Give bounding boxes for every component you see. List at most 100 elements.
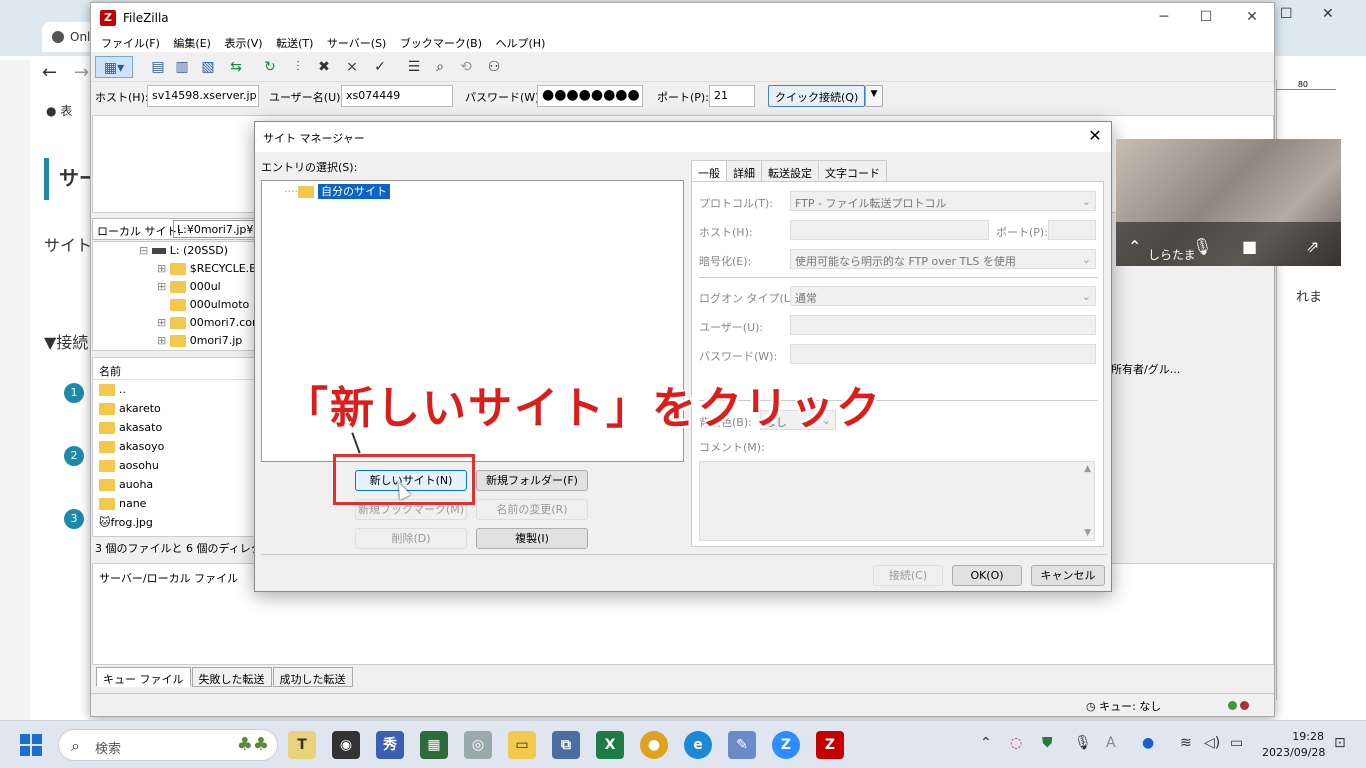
excel-icon[interactable]: X	[596, 731, 624, 759]
tab-failed-transfers[interactable]: 失敗した転送	[191, 667, 272, 687]
list-item[interactable]: akareto	[93, 399, 256, 418]
zoom-icon[interactable]: Z	[772, 731, 800, 759]
ime-icon[interactable]: A	[1106, 735, 1116, 751]
tab-charset[interactable]: 文字コード	[818, 160, 887, 182]
list-item[interactable]: aosohu	[93, 456, 256, 475]
user-input[interactable]	[790, 315, 1096, 335]
media-app-icon[interactable]: ▦	[420, 731, 448, 759]
menu-transfer[interactable]: 転送(T)	[272, 32, 317, 54]
list-item[interactable]: akasoyo	[93, 437, 256, 456]
tree-item[interactable]: ⊞ 00mori7.com	[157, 316, 256, 329]
tab-advanced[interactable]: 詳細	[726, 160, 762, 182]
list-item[interactable]: 🐱frog.jpg	[93, 513, 256, 532]
quickconnect-dropdown[interactable]: ▼	[865, 85, 883, 107]
tree-item[interactable]: ⊞ 000ul	[157, 280, 221, 293]
filter-icon[interactable]: ⫶	[287, 56, 309, 78]
network-status-icon[interactable]: ◌	[1010, 735, 1022, 751]
edge-icon[interactable]: e	[684, 731, 712, 759]
local-tree-icon[interactable]: ▥	[171, 56, 193, 78]
rename-button[interactable]: 名前の変更(R)	[476, 499, 588, 520]
cloud-icon[interactable]: ●	[1142, 735, 1154, 751]
host-input[interactable]: sv14598.xserver.jp	[147, 85, 259, 107]
encryption-select[interactable]: 使用可能なら明示的な FTP over TLS を使用 ⌄	[790, 249, 1096, 269]
comment-textarea[interactable]: ▲ ▼	[699, 461, 1095, 541]
scroll-up-icon[interactable]: ▲	[1084, 464, 1091, 474]
battery-icon[interactable]: ▭	[1230, 735, 1243, 751]
scroll-down-icon[interactable]: ▼	[1084, 528, 1091, 538]
camera-icon[interactable]: ■	[1242, 237, 1257, 256]
password-input[interactable]	[790, 344, 1096, 364]
duplicate-button[interactable]: 複製(I)	[476, 528, 588, 549]
editor-icon[interactable]: ✎	[728, 731, 756, 759]
port-input[interactable]	[1048, 220, 1096, 240]
tab-successful-transfers[interactable]: 成功した転送	[272, 667, 353, 687]
tab-general[interactable]: 一般	[691, 160, 727, 182]
list-item[interactable]: ..	[93, 380, 256, 399]
password-input[interactable]: ●●●●●●●●	[537, 85, 643, 107]
menu-view[interactable]: 表示(V)	[220, 32, 266, 54]
minimize-button[interactable]: ─	[1153, 9, 1175, 25]
tree-item[interactable]: ⊞ 000ulmoto	[157, 298, 249, 311]
binoculars-icon[interactable]: ⚇	[483, 56, 505, 78]
menu-file[interactable]: ファイル(F)	[97, 32, 164, 54]
tab-transfer-settings[interactable]: 転送設定	[761, 160, 819, 182]
section-heading[interactable]: ▼接続	[44, 329, 88, 353]
volume-icon[interactable]: ◁)	[1204, 735, 1220, 751]
menu-bookmark[interactable]: ブックマーク(B)	[396, 32, 486, 54]
wifi-icon[interactable]: ≋	[1180, 735, 1192, 751]
directory-list-icon[interactable]: ☰	[403, 56, 425, 78]
minimize-icon[interactable]: ☐	[1280, 6, 1293, 22]
site-manager-icon[interactable]: ▦▾	[95, 56, 133, 78]
list-item[interactable]: akasato	[93, 418, 256, 437]
user-input[interactable]: xs074449	[341, 85, 453, 107]
notification-icon[interactable]: ⊡	[1334, 735, 1346, 751]
popout-icon[interactable]: ⇗	[1306, 237, 1319, 256]
column-header-owner[interactable]: 所有者/グル...	[1111, 361, 1180, 377]
tree-item[interactable]: ⊟ L: (20SSD)	[139, 244, 228, 257]
local-site-input[interactable]: L:¥0mori7.jp¥	[173, 220, 257, 238]
disconnect-icon[interactable]: ⨯	[341, 56, 363, 78]
remote-desktop-icon[interactable]: ⧉	[552, 731, 580, 759]
chevron-up-icon[interactable]: ⌃	[980, 735, 992, 751]
forward-icon[interactable]: →	[74, 62, 89, 83]
clock[interactable]: 19:28 2023/09/28	[1262, 729, 1325, 761]
file-explorer-icon[interactable]: ▭	[508, 731, 536, 759]
protocol-select[interactable]: FTP - ファイル転送プロトコル ⌄	[790, 191, 1096, 211]
close-icon[interactable]: ✕	[1085, 126, 1105, 145]
webcam-icon[interactable]: ◎	[464, 731, 492, 759]
message-log-icon[interactable]: ▤	[147, 56, 169, 78]
logon-type-select[interactable]: 通常 ⌄	[790, 286, 1096, 306]
transfer-queue-icon[interactable]: ⇆	[225, 56, 247, 78]
taskbar-search[interactable]: ⌕ 検索 ♣♣	[58, 729, 278, 761]
back-icon[interactable]: ←	[42, 62, 57, 83]
chrome-icon[interactable]: ●	[640, 731, 668, 759]
delete-button[interactable]: 削除(D)	[355, 528, 467, 549]
microphone-icon[interactable]: 🎙	[1074, 735, 1092, 751]
close-icon[interactable]: ✕	[1322, 6, 1334, 22]
app-icon[interactable]: 秀	[376, 731, 404, 759]
tree-item[interactable]: ⊞ 0mori7.jp	[157, 334, 242, 347]
menu-help[interactable]: ヘルプ(H)	[492, 32, 550, 54]
connect-button[interactable]: 接続(C)	[873, 565, 943, 586]
list-item[interactable]: nane	[93, 494, 256, 513]
new-folder-button[interactable]: 新規フォルダー(F)	[476, 470, 588, 491]
camera-app-icon[interactable]: ◉	[332, 731, 360, 759]
close-button[interactable]: ✕	[1241, 9, 1263, 25]
windows-start-icon[interactable]	[20, 734, 42, 756]
quickconnect-button[interactable]: クイック接続(Q)	[768, 85, 866, 107]
list-item[interactable]: auoha	[93, 475, 256, 494]
menu-server[interactable]: サーバー(S)	[323, 32, 390, 54]
text-editor-icon[interactable]: T	[288, 731, 316, 759]
reconnect-icon[interactable]: ✓	[369, 56, 391, 78]
port-input[interactable]: 21	[709, 85, 755, 107]
cancel-icon[interactable]: ✖	[313, 56, 335, 78]
refresh-icon[interactable]: ↻	[259, 56, 281, 78]
remote-tree-icon[interactable]: ▧	[197, 56, 219, 78]
cancel-button[interactable]: キャンセル	[1031, 565, 1105, 586]
sync-browse-icon[interactable]: ⟲	[455, 56, 477, 78]
microphone-icon[interactable]: 🎙	[1192, 237, 1212, 256]
ok-button[interactable]: OK(O)	[952, 565, 1022, 586]
filezilla-taskbar-icon[interactable]: Z	[816, 731, 844, 759]
maximize-button[interactable]: ☐	[1195, 9, 1217, 25]
chevron-up-icon[interactable]: ⌃	[1128, 237, 1141, 256]
